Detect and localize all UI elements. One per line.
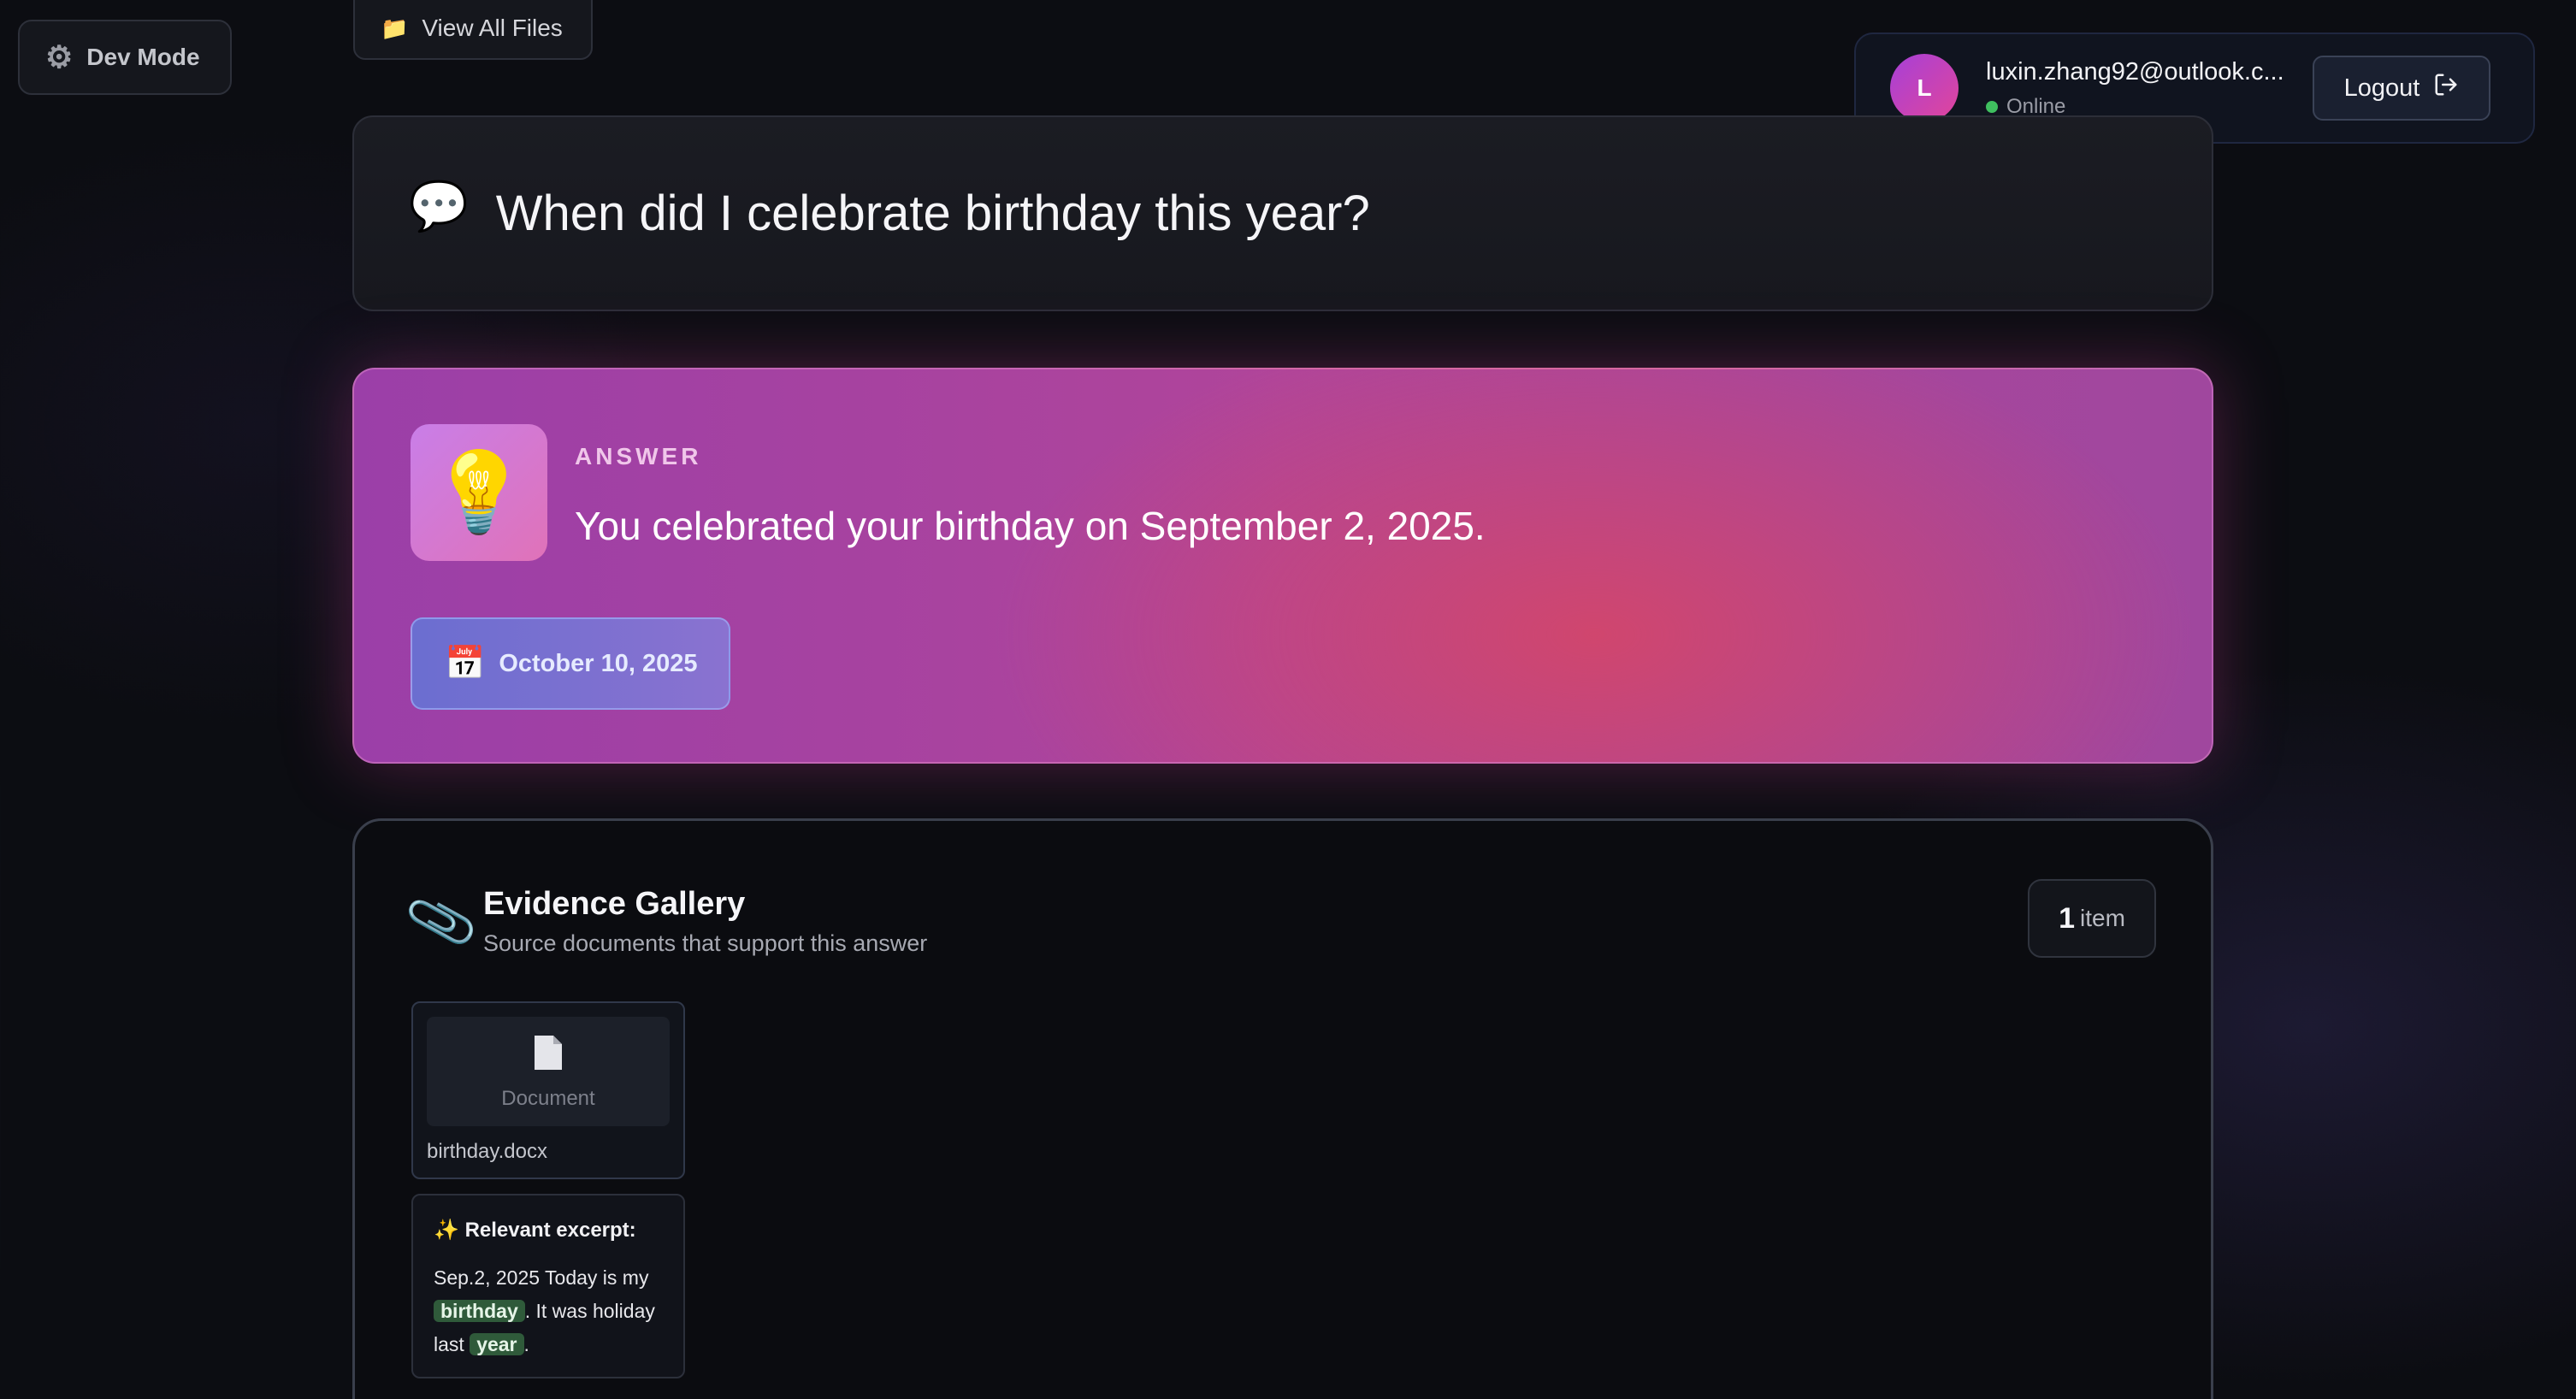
dev-mode-button[interactable]: ⚙ Dev Mode: [18, 20, 232, 95]
document-filename: birthday.docx: [427, 1140, 547, 1163]
answer-date-badge: 📅 October 10, 2025: [411, 617, 730, 710]
dev-mode-label: Dev Mode: [86, 44, 200, 70]
document-type-label: Document: [501, 1087, 595, 1110]
evidence-gallery: 📎 Evidence Gallery Source documents that…: [352, 818, 2213, 1399]
excerpt-card: ✨ Relevant excerpt: Sep.2, 2025 Today is…: [411, 1194, 685, 1378]
evidence-subtitle: Source documents that support this answe…: [483, 930, 928, 956]
calendar-icon: 📅: [445, 646, 486, 682]
logout-label: Logout: [2343, 74, 2420, 102]
answer-date: October 10, 2025: [499, 649, 698, 677]
excerpt-part-3: .: [523, 1333, 529, 1355]
paperclip-icon: 📎: [401, 883, 482, 959]
excerpt-part-1: Sep.2, 2025 Today is my: [434, 1266, 649, 1289]
view-all-files-label: View All Files: [422, 15, 563, 41]
view-all-files-button[interactable]: 📁 View All Files: [353, 0, 593, 60]
speech-bubble-icon: 💬: [409, 178, 469, 233]
excerpt-heading-label: Relevant excerpt:: [464, 1219, 636, 1242]
excerpt-text: Sep.2, 2025 Today is my birthday. It was…: [434, 1261, 663, 1361]
user-email: luxin.zhang92@outlook.c...: [1986, 57, 2284, 86]
avatar-initial: L: [1917, 74, 1932, 101]
excerpt-highlight-year: year: [470, 1333, 524, 1355]
question-text: When did I celebrate birthday this year?: [495, 186, 1370, 241]
document-thumbnail: Document: [427, 1017, 670, 1126]
answer-card: 💡 ANSWER You celebrated your birthday on…: [352, 368, 2213, 764]
question-card: 💬 When did I celebrate birthday this yea…: [352, 115, 2213, 311]
evidence-count: 1: [2059, 901, 2075, 935]
online-status-dot: [1986, 100, 1998, 113]
evidence-count-unit: item: [2080, 905, 2125, 931]
answer-text: You celebrated your birthday on Septembe…: [575, 504, 1486, 548]
evidence-count-badge: 1 item: [2028, 879, 2156, 958]
avatar[interactable]: L: [1890, 54, 1959, 122]
logout-button[interactable]: Logout: [2313, 56, 2490, 121]
user-info: luxin.zhang92@outlook.c... Online: [1986, 58, 2311, 119]
logout-icon: [2433, 72, 2459, 104]
answer-label: ANSWER: [575, 443, 702, 469]
lightbulb-icon: 💡: [411, 424, 547, 561]
folder-icon: 📁: [381, 15, 409, 41]
document-card[interactable]: Document birthday.docx: [411, 1001, 685, 1179]
sparkles-icon: ✨: [434, 1219, 459, 1242]
excerpt-heading: ✨ Relevant excerpt:: [434, 1218, 663, 1243]
document-icon: [427, 1034, 670, 1080]
evidence-title: Evidence Gallery: [483, 886, 746, 922]
gear-icon: ⚙: [45, 39, 74, 74]
excerpt-highlight-birthday: birthday: [434, 1300, 525, 1322]
